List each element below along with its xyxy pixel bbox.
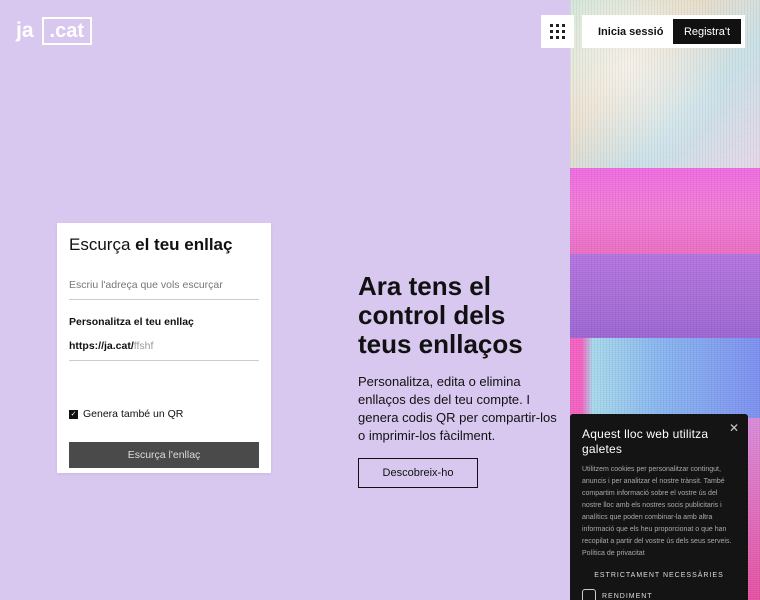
auth-box: Inicia sessió Registra't [582,15,745,48]
login-link[interactable]: Inicia sessió [598,26,673,38]
shorten-card: Escurça el teu enllaç Personalitza el te… [57,223,271,473]
custom-link-slug[interactable]: ffshf [134,340,154,352]
apps-grid-icon [550,24,565,39]
logo-ja-text: ja [16,19,34,42]
hero-title: Ara tens el control dels teus enllaços [358,271,523,359]
cookie-option-performance[interactable]: RENDIMENT [582,589,736,600]
cookie-option-necessary[interactable]: ESTRICTAMENT NECESSÀRIES [582,572,736,579]
url-input[interactable] [69,275,259,300]
custom-link-label: Personalitza el teu enllaç [69,316,194,328]
cookie-body: Utilitzem cookies per personalitzar cont… [582,466,732,557]
site-logo[interactable]: ja .cat [16,17,92,45]
apps-menu-button[interactable] [541,15,574,48]
card-title: Escurça el teu enllaç [69,235,259,255]
custom-link-field[interactable]: https://ja.cat/ffshf [69,328,259,361]
performance-label: RENDIMENT [602,592,653,600]
shorten-button[interactable]: Escurça l'enllaç [69,442,259,468]
discover-button[interactable]: Descobreix-ho [358,458,478,488]
close-icon[interactable]: ✕ [729,421,739,435]
qr-option[interactable]: ✓ Genera també un QR [69,408,259,420]
custom-link-prefix: https://ja.cat/ [69,340,134,352]
register-button[interactable]: Registra't [673,19,741,44]
qr-label: Genera també un QR [83,408,184,420]
logo-cat-box: .cat [41,17,92,45]
cookie-banner: ✕ Aquest lloc web utilitza galetes Utili… [570,414,748,600]
card-title-plain: Escurça [69,235,136,254]
card-title-bold: el teu enllaç [135,235,233,254]
cookie-title: Aquest lloc web utilitza galetes [582,427,709,456]
hero-text: Personalitza, edita o elimina enllaços d… [358,374,557,443]
performance-toggle[interactable] [582,589,596,600]
qr-checkbox[interactable]: ✓ [69,409,78,419]
